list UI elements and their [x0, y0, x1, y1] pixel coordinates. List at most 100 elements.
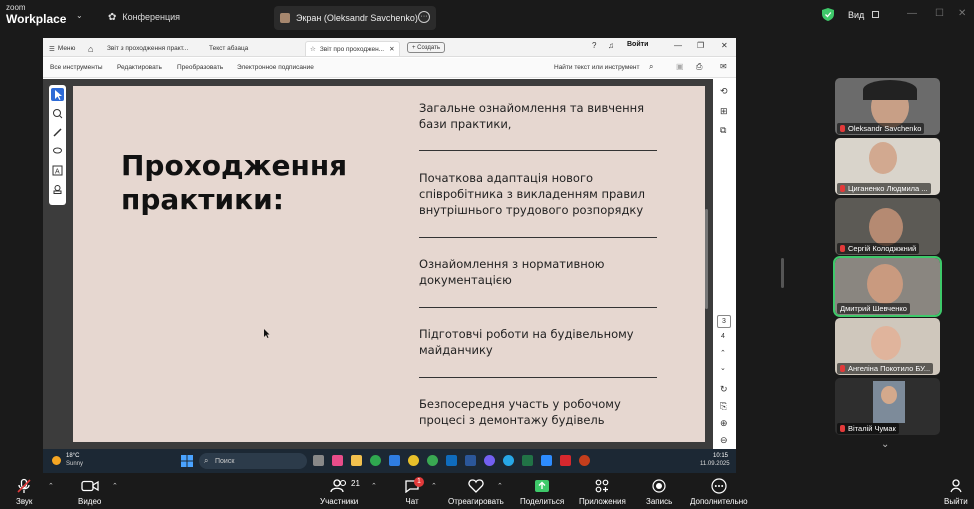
zoom-logo-bottom: Workplace [6, 12, 67, 26]
leave-label: Выйти [944, 497, 968, 506]
audio-options-caret[interactable]: ⌃ [48, 482, 54, 490]
search-tool-label[interactable]: Найти текст или инструмент [554, 64, 640, 71]
panel-splitter[interactable] [781, 258, 784, 288]
download-icon[interactable]: ⎘ [720, 401, 727, 412]
tab-document-3[interactable]: ☆ Звіт про проходжен... ✕ [305, 41, 400, 56]
close-tab-icon[interactable]: ✕ [389, 45, 394, 53]
login-button[interactable]: Войти [627, 41, 648, 48]
acrobat-icon[interactable] [560, 455, 571, 466]
lasso-tool-icon[interactable] [51, 145, 64, 158]
stamp-tool-icon[interactable] [51, 183, 64, 196]
video-options-caret[interactable]: ⌃ [112, 482, 118, 490]
participant-tile-active-speaker[interactable]: Дмитрий Шевченко [833, 256, 942, 317]
react-options-caret[interactable]: ⌃ [497, 482, 503, 490]
close-icon[interactable]: ✕ [721, 41, 728, 50]
home-icon[interactable]: ⌂ [88, 41, 93, 56]
zoom-tool-icon[interactable] [51, 107, 64, 120]
menu-button[interactable]: ☰ Меню [49, 41, 75, 56]
zoom-logo-top: zoom [6, 3, 26, 12]
more-button[interactable]: Дополнительно [690, 478, 748, 506]
scrollbar[interactable] [705, 209, 708, 309]
gallery-next-icon[interactable]: ⌄ [881, 439, 889, 450]
pen-tool-icon[interactable] [51, 126, 64, 139]
react-button[interactable]: Отреагировать [448, 478, 504, 506]
taskbar-search-label: Поиск [215, 457, 235, 465]
apps-button[interactable]: Приложения [579, 478, 626, 506]
text-tool-icon[interactable]: A [51, 164, 64, 177]
copilot-icon[interactable] [332, 455, 343, 466]
page-number-current[interactable]: 3 [717, 315, 731, 328]
taskbar-search[interactable]: ⌕ Поиск [199, 453, 307, 469]
participant-tile[interactable]: Віталій Чумак [835, 378, 940, 435]
view-button[interactable]: Вид [822, 8, 880, 21]
ai-assistant-icon[interactable]: ⟲ [720, 86, 728, 97]
more-options-icon[interactable]: ··· [418, 11, 430, 23]
create-button[interactable]: + Создать [407, 42, 445, 53]
participants-options-caret[interactable]: ⌃ [371, 482, 377, 490]
edit-button[interactable]: Редактировать [117, 64, 162, 71]
viber-icon[interactable] [484, 455, 495, 466]
all-tools-button[interactable]: Все инструменты [50, 64, 103, 71]
convert-button[interactable]: Преобразовать [177, 64, 223, 71]
participant-name-text: Циганенко Людмила ... [848, 184, 928, 193]
share-button[interactable]: Поделиться [520, 478, 564, 506]
share-label: Поделиться [520, 497, 565, 506]
chrome-alt-icon[interactable] [427, 455, 438, 466]
tab-document-2[interactable]: Текст абзаца [209, 41, 248, 56]
telegram-icon[interactable] [503, 455, 514, 466]
divider [419, 307, 657, 308]
help-icon[interactable]: ? [592, 41, 596, 50]
participant-tile[interactable]: Сергій Колоджжний [835, 198, 940, 255]
zoom-in-icon[interactable]: ⊕ [720, 418, 728, 429]
esign-button[interactable]: Электронное подписание [237, 64, 314, 71]
hamburger-icon: ☰ [49, 45, 55, 53]
maximize-icon[interactable]: ☐ [935, 8, 944, 19]
leave-button[interactable]: Выйти [944, 478, 968, 506]
mic-off-icon [840, 365, 845, 372]
app-icon[interactable] [579, 455, 590, 466]
tab-document-1[interactable]: Звіт з проходження практ... [107, 41, 188, 56]
task-view-icon[interactable] [313, 455, 324, 466]
weather-temp[interactable]: 18°C [66, 453, 79, 459]
participant-name: Ангеліна Покотило БУ... [837, 363, 934, 374]
cursor-tool-icon[interactable] [51, 88, 64, 101]
print-icon[interactable]: ⎙ [696, 62, 702, 72]
refresh-icon[interactable]: ↻ [720, 384, 728, 395]
mic-off-icon [840, 245, 845, 252]
participant-tile[interactable]: Циганенко Людмила ... [835, 138, 940, 195]
save-icon[interactable]: ▣ [676, 62, 684, 71]
chevron-up-icon[interactable]: ⌃ [720, 349, 726, 357]
zoom-app-icon[interactable] [541, 455, 552, 466]
svg-text:A: A [55, 169, 60, 176]
record-button[interactable]: Запись [646, 478, 672, 506]
zoom-out-icon[interactable]: ⊖ [720, 435, 728, 446]
store-icon[interactable] [389, 455, 400, 466]
apps-icon [595, 478, 609, 494]
participant-tile[interactable]: Oleksandr Savchenko [835, 78, 940, 135]
excel-icon[interactable] [522, 455, 533, 466]
file-explorer-icon[interactable] [351, 455, 362, 466]
bookmark-icon[interactable]: ⊞ [720, 106, 728, 117]
restore-icon[interactable]: ❐ [697, 41, 704, 50]
bell-icon[interactable]: ♫ [608, 41, 614, 50]
chevron-down-icon[interactable]: ⌄ [720, 364, 726, 372]
minimize-icon[interactable]: — [907, 8, 917, 19]
edge-icon[interactable] [370, 455, 381, 466]
participant-tile[interactable]: Ангеліна Покотило БУ... [835, 318, 940, 375]
video-button[interactable]: Видео [78, 478, 101, 506]
search-icon[interactable]: ⌕ [649, 62, 653, 72]
chat-options-caret[interactable]: ⌃ [431, 482, 437, 490]
outlook-icon[interactable] [446, 455, 457, 466]
participant-name: Віталій Чумак [837, 423, 899, 434]
mail-icon[interactable]: ✉ [720, 62, 727, 71]
copy-icon[interactable]: ⧉ [720, 125, 726, 136]
chevron-down-icon[interactable]: ⌄ [76, 11, 83, 20]
conference-tab[interactable]: ✿ Конференция [108, 6, 180, 28]
audio-button[interactable]: Звук [16, 478, 32, 506]
minimize-icon[interactable]: — [674, 41, 682, 50]
windows-start-icon[interactable] [181, 455, 193, 467]
chrome-icon[interactable] [408, 455, 419, 466]
close-icon[interactable]: ✕ [958, 8, 966, 19]
word-icon[interactable] [465, 455, 476, 466]
screen-share-tab[interactable]: Экран (Oleksandr Savchenko) ··· [274, 6, 436, 30]
